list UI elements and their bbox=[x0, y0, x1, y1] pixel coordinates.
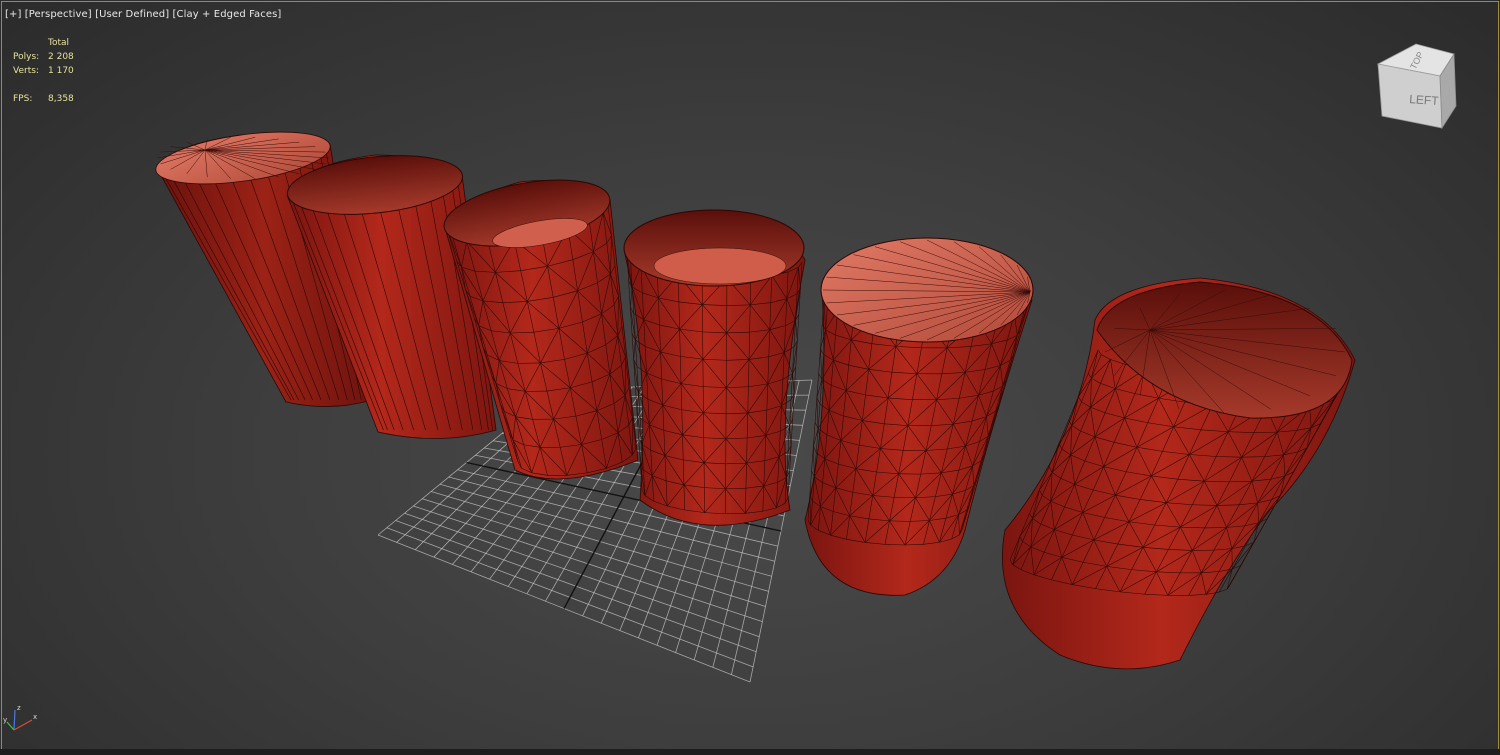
axis-z-label: z bbox=[17, 704, 21, 712]
axis-y-line bbox=[6, 721, 15, 731]
stats-verts-label: Verts: bbox=[13, 66, 39, 76]
viewport-point-of-view-menu[interactable]: [Perspective] bbox=[25, 9, 92, 20]
viewport-shading-menu[interactable]: [Clay + Edged Faces] bbox=[173, 9, 282, 20]
stats-fps-value: 8,358 bbox=[48, 94, 74, 104]
viewcube[interactable]: LEFT TOP bbox=[1370, 36, 1462, 136]
viewport-label-menu: [+] [Perspective] [User Defined] [Clay +… bbox=[5, 9, 281, 20]
cup-4[interactable] bbox=[623, 209, 806, 526]
viewport-user-defined-menu[interactable]: [User Defined] bbox=[95, 9, 169, 20]
viewcube-left-label: LEFT bbox=[1409, 92, 1440, 108]
viewport-general-menu[interactable]: [+] bbox=[5, 9, 21, 20]
perspective-viewport[interactable]: [+] [Perspective] [User Defined] [Clay +… bbox=[0, 0, 1500, 755]
cup-6[interactable] bbox=[1001, 277, 1356, 670]
axis-tripod: x y z bbox=[3, 704, 37, 731]
axis-x-label: x bbox=[33, 713, 37, 721]
viewport-bottom-strip bbox=[0, 749, 1500, 755]
stats-polys-label: Polys: bbox=[13, 52, 40, 62]
stats-polys-value: 2 208 bbox=[48, 52, 74, 62]
axis-y-label: y bbox=[3, 716, 7, 724]
cup-5[interactable] bbox=[804, 237, 1034, 596]
axis-z-line bbox=[13, 709, 16, 731]
stats-total-header: Total bbox=[48, 38, 70, 48]
axis-x-line bbox=[13, 719, 33, 731]
stats-verts-value: 1 170 bbox=[48, 66, 74, 76]
scene-canvas[interactable] bbox=[0, 0, 1500, 755]
stats-fps-label: FPS: bbox=[13, 94, 33, 104]
